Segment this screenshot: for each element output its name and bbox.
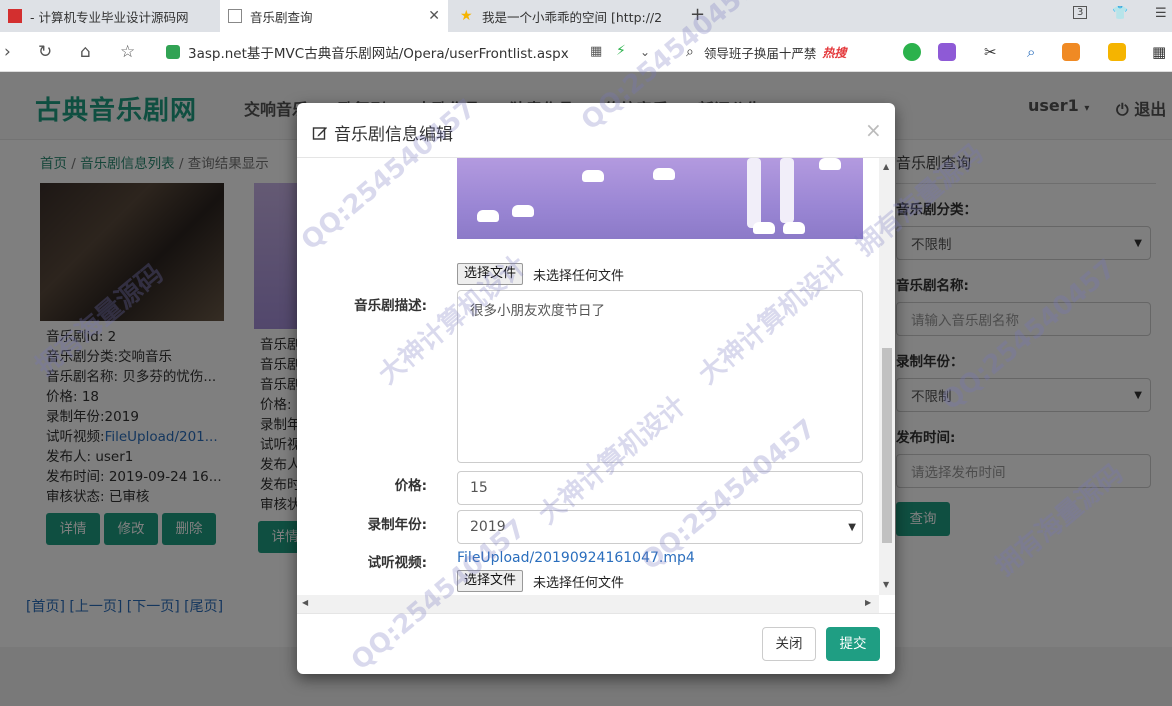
tab-title: 我是一个小乖乖的空间 [http://2 — [482, 9, 663, 25]
price-label: 价格: — [394, 478, 427, 494]
shoe-shape — [819, 158, 841, 170]
shirt-icon[interactable]: 👕 — [1112, 6, 1128, 21]
search-extension-icon[interactable]: ⌕ — [1027, 43, 1045, 61]
shoe-shape — [477, 210, 499, 222]
opera-image-preview — [457, 158, 863, 239]
star-icon: ★ — [460, 8, 473, 24]
shoe-shape — [783, 222, 805, 234]
choose-video-button[interactable]: 选择文件 — [457, 570, 524, 592]
caret-down-icon: ▼ — [848, 521, 856, 533]
browser-toolbar: › ↻ ⌂ ☆ 3asp.net基于MVC古典音乐剧网站/Opera/userF… — [0, 32, 1172, 72]
scroll-up-icon[interactable]: ▲ — [883, 162, 889, 171]
url-text[interactable]: 3asp.net基于MVC古典音乐剧网站/Opera/userFrontlist… — [188, 42, 569, 62]
lightning-icon[interactable]: ⚡ — [616, 43, 626, 59]
choose-image-button[interactable]: 选择文件 — [457, 263, 524, 285]
scissors-icon[interactable]: ✂ — [984, 43, 1002, 61]
leg-shape — [780, 158, 794, 223]
video-file-status: 未选择任何文件 — [533, 576, 625, 591]
reload-icon[interactable]: ↻ — [38, 42, 52, 62]
browser-tabbar: - 计算机专业毕业设计源码网 音乐剧查询 ✕ ★ 我是一个小乖乖的空间 [htt… — [0, 0, 1172, 32]
video-label: 试听视频: — [367, 555, 427, 571]
browser-tab-3[interactable]: ★ 我是一个小乖乖的空间 [http://2 — [452, 0, 684, 32]
video-file-link[interactable]: FileUpload/20190924161047.mp4 — [457, 550, 695, 566]
shoe-shape — [653, 168, 675, 180]
year-label: 录制年份: — [367, 517, 427, 533]
edit-modal: 音乐剧信息编辑 × 选择文件 未选择任何文件 音乐剧描述: 很多小朋友欢度节日了… — [297, 103, 895, 674]
shoe-shape — [753, 222, 775, 234]
apps-grid-icon[interactable]: ▦ — [1152, 43, 1170, 61]
submit-button[interactable]: 提交 — [826, 627, 880, 661]
desc-label: 音乐剧描述: — [354, 298, 427, 314]
year-select[interactable]: 2019 ▼ — [457, 510, 863, 544]
tab-count-badge[interactable]: 3 — [1073, 6, 1088, 19]
qr-icon[interactable]: ▦ — [590, 44, 602, 59]
edit-icon — [312, 125, 328, 141]
close-tab-icon[interactable]: ✕ — [420, 8, 440, 24]
chevron-down-icon[interactable]: ⌄ — [640, 45, 650, 59]
scroll-right-icon[interactable]: ▶ — [865, 598, 871, 607]
scrollbar-thumb[interactable] — [882, 348, 892, 543]
image-file-status: 未选择任何文件 — [533, 269, 625, 284]
tab-title: - 计算机专业毕业设计源码网 — [30, 9, 189, 25]
security-shield-icon — [166, 45, 180, 59]
year-value: 2019 — [470, 519, 506, 535]
close-button[interactable]: 关闭 — [762, 627, 816, 661]
modal-title-text: 音乐剧信息编辑 — [334, 125, 453, 145]
vertical-scrollbar[interactable]: ▲ ▼ — [879, 158, 895, 595]
home-icon[interactable]: ⌂ — [80, 42, 91, 62]
search-box[interactable]: ⌕ 领导班子换届十严禁 热搜 — [680, 39, 886, 65]
scroll-left-icon[interactable]: ◀ — [302, 598, 308, 607]
search-icon: ⌕ — [686, 44, 694, 60]
modal-header: 音乐剧信息编辑 × — [297, 103, 895, 158]
forward-icon[interactable]: › — [4, 42, 11, 62]
price-input[interactable]: 15 — [457, 471, 863, 505]
horizontal-scrollbar[interactable]: ◀ ▶ — [297, 595, 879, 613]
scroll-down-icon[interactable]: ▼ — [883, 580, 889, 589]
bookmark-star-icon[interactable]: ☆ — [120, 42, 135, 62]
tab-title: 音乐剧查询 — [250, 9, 313, 25]
page-icon — [228, 9, 242, 23]
browser-tab-1[interactable]: - 计算机专业毕业设计源码网 — [0, 0, 215, 32]
site-favicon-icon — [8, 9, 22, 23]
close-icon[interactable]: × — [865, 118, 882, 142]
leg-shape — [747, 158, 761, 228]
shield-extension-icon[interactable] — [1108, 43, 1126, 61]
hot-search-badge: 热搜 — [822, 45, 847, 60]
modal-body[interactable]: 选择文件 未选择任何文件 音乐剧描述: 很多小朋友欢度节日了 价格: 15 录制… — [297, 158, 895, 613]
wechat-extension-icon[interactable] — [903, 43, 921, 61]
menu-icon[interactable]: ☰ — [1155, 6, 1167, 21]
browser-tab-2[interactable]: 音乐剧查询 ✕ — [220, 0, 448, 32]
translate-extension-icon[interactable] — [938, 43, 956, 61]
shoe-shape — [512, 205, 534, 217]
game-extension-icon[interactable] — [1062, 43, 1080, 61]
modal-title: 音乐剧信息编辑 — [312, 120, 453, 145]
shoe-shape — [582, 170, 604, 182]
new-tab-icon[interactable]: + — [690, 4, 705, 25]
modal-footer: 关闭 提交 — [297, 613, 895, 674]
search-query[interactable]: 领导班子换届十严禁 — [704, 43, 817, 62]
description-textarea[interactable]: 很多小朋友欢度节日了 — [457, 290, 863, 463]
